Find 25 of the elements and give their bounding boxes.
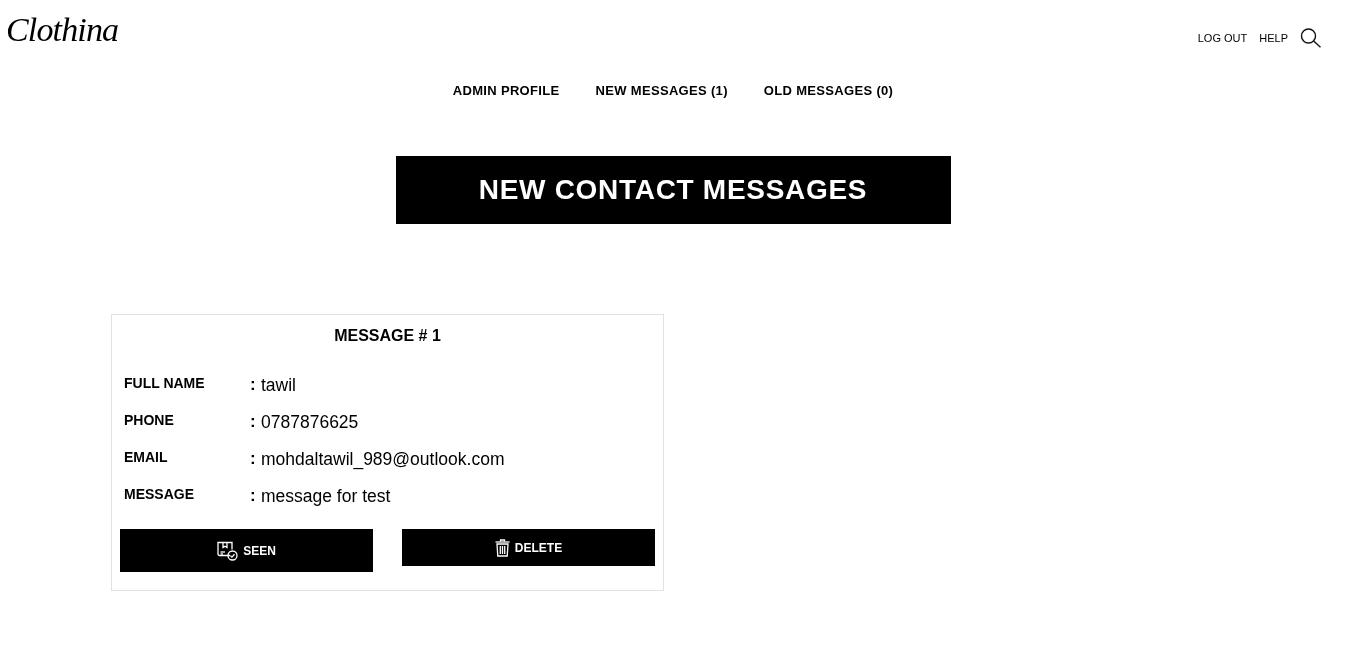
logo[interactable]: Clothina [6, 8, 119, 52]
field-value: mohdaltawil_989@outlook.com [261, 447, 505, 470]
nav-link[interactable]: NEW MESSAGES (1) [595, 81, 728, 101]
field-separator: : [250, 484, 257, 507]
trash-icon [494, 538, 510, 557]
header-link[interactable]: HELP [1259, 31, 1288, 45]
field-label: MESSAGE [124, 484, 195, 503]
delete-button[interactable]: DELETE [402, 529, 655, 566]
field-value: message for test [261, 484, 391, 507]
seen-button[interactable]: SEEN [120, 529, 373, 572]
field-label: EMAIL [124, 447, 169, 466]
page-title: NEW CONTACT MESSAGES [478, 176, 868, 204]
field-separator: : [250, 410, 257, 433]
nav-link[interactable]: OLD MESSAGES (0) [763, 81, 894, 101]
search-icon[interactable] [1300, 28, 1322, 48]
nav-link[interactable]: ADMIN PROFILE [452, 81, 560, 101]
field-separator: : [250, 447, 257, 470]
package-check-icon [217, 540, 239, 561]
message-title: MESSAGE # 1 [334, 326, 441, 346]
field-value: 0787876625 [261, 410, 359, 433]
field-separator: : [250, 373, 257, 396]
field-value: tawil [261, 373, 296, 396]
field-label: PHONE [124, 410, 175, 429]
header-link[interactable]: LOG OUT [1197, 31, 1248, 45]
field-label: FULL NAME [124, 373, 206, 392]
